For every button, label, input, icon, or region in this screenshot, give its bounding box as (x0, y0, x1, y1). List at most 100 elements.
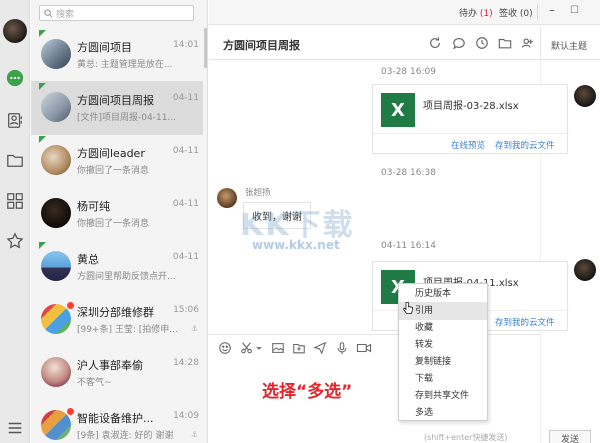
divider (537, 4, 538, 20)
annotation-text: 选择“多选” (262, 382, 353, 402)
conversation-list: 搜索 + 方圆间项目黄总: 主题管理是放在...14:01方圆间项目周报[文件]… (31, 0, 208, 443)
file-icon[interactable] (292, 341, 306, 355)
emoji-icon[interactable] (218, 341, 232, 355)
conversation-time: 04-11 (172, 146, 199, 156)
save-to-cloud-link[interactable]: 存到我的云文件 (495, 139, 555, 151)
conversation-avatar (41, 39, 71, 69)
conversation-item[interactable]: 杨可纯 你撤回了一条消息 04-11 (31, 187, 203, 241)
send-button[interactable]: 发送 (549, 430, 591, 443)
send-file-icon[interactable] (313, 341, 327, 355)
pending-label: 待办 (459, 9, 478, 19)
folder-icon[interactable] (5, 150, 25, 170)
conversation-item[interactable]: 智能设备维护... [9条] 袁淑连: 好的 谢谢 14:09 ⚓ (31, 399, 203, 443)
context-menu-item[interactable]: 存到共享文件 (399, 387, 487, 405)
timestamp: 03-28 16:38 (381, 168, 436, 178)
chat-header: 方圆间项目周报 (209, 26, 540, 60)
conversation-item[interactable]: 方圆间项目黄总: 主题管理是放在... 14:01 (31, 28, 203, 82)
conversation-preview: [9条] 袁淑连: 好的 谢谢 (77, 431, 174, 441)
conversation-item[interactable]: 深圳分部维修群 [99+条] 王莹: [拍修申... 15:06 ⚓ (31, 293, 203, 347)
message-input[interactable] (209, 360, 540, 443)
theme-label: 默认主题 (551, 42, 588, 52)
microphone-icon[interactable] (335, 341, 349, 355)
conversation-name: 智能设备维护... (77, 412, 154, 425)
conversation-preview: [文件]项目周报-04-11... (77, 113, 177, 123)
conversation-avatar (41, 251, 71, 281)
chevron-down-icon[interactable] (255, 341, 263, 355)
sender-avatar[interactable] (217, 188, 237, 208)
conversation-avatar (41, 92, 71, 122)
context-menu-item[interactable]: 下载 (399, 370, 487, 388)
signin-count: (0) (519, 9, 533, 19)
menu-icon[interactable] (5, 418, 25, 438)
conversation-item[interactable]: 沪人事部奉偷 不客气~ 14:28 (31, 346, 203, 400)
folder-icon[interactable] (498, 36, 512, 50)
message-area[interactable]: 03-28 16:09 X 项目周报-03-28.xlsx 在线预览 存到我的云… (209, 61, 569, 334)
comment-icon[interactable] (452, 36, 466, 50)
pin-flag-icon (39, 242, 46, 249)
search-input[interactable]: 搜索 (39, 5, 194, 21)
save-to-cloud-link[interactable]: 存到我的云文件 (495, 316, 555, 328)
file-message-card[interactable]: X 项目周报-03-28.xlsx 在线预览 存到我的云文件 (372, 84, 569, 154)
group-members-icon[interactable] (521, 36, 535, 50)
star-icon[interactable] (5, 231, 25, 251)
conversation-preview: 你撤回了一条消息 (77, 219, 150, 229)
conversation-time: 14:09 (173, 411, 199, 421)
maximize-icon[interactable]: ☐ (570, 6, 579, 16)
pending-tasks[interactable]: 待办 (1) (459, 6, 493, 19)
mute-icon: ⚓ (190, 430, 198, 439)
conversation-avatar (41, 304, 71, 334)
conversation-time: 14:01 (173, 40, 199, 50)
context-menu-item[interactable]: 复制链接 (399, 353, 487, 371)
pin-flag-icon (39, 136, 46, 143)
send-hint: (shift+enter快捷发送) (424, 433, 508, 442)
context-menu-item[interactable]: 收藏 (399, 319, 487, 337)
sign-in-tasks[interactable]: 签收 (0) (499, 6, 533, 19)
conversation-name: 方圆间leader (77, 147, 145, 160)
left-rail (0, 0, 30, 443)
my-avatar[interactable] (574, 259, 596, 281)
top-bar: 待办 (1) 签收 (0) – ☐ (209, 0, 600, 25)
file-name: 项目周报-03-28.xlsx (423, 101, 519, 112)
online-preview-link[interactable]: 在线预览 (451, 139, 485, 151)
scissors-icon[interactable] (240, 341, 254, 355)
context-menu-item[interactable]: 多选 (399, 404, 487, 422)
conversation-preview: 方圆间里帮助反馈点开... (77, 272, 176, 282)
conversation-preview: [99+条] 王莹: [拍修申... (77, 325, 178, 335)
conversation-preview: 黄总: 主题管理是放在... (77, 60, 173, 70)
excel-icon: X (381, 93, 415, 127)
theme-selector[interactable]: 默认主题 (540, 26, 600, 60)
clock-icon[interactable] (475, 36, 489, 50)
apps-icon[interactable] (5, 191, 25, 211)
timestamp: 03-28 16:09 (381, 67, 436, 77)
watermark-url: www.kkx.net (252, 238, 340, 252)
timestamp: 04-11 16:14 (381, 241, 436, 251)
conversation-item[interactable]: 方圆间项目周报 [文件]项目周报-04-11... 04-11 (31, 81, 203, 135)
sender-name: 张超扬 (245, 188, 271, 198)
image-icon[interactable] (271, 341, 285, 355)
conversation-time: 04-11 (172, 252, 199, 262)
pin-flag-icon (39, 83, 46, 90)
search-placeholder: 搜索 (56, 9, 75, 20)
conversation-time: 04-11 (172, 93, 199, 103)
conversation-name: 深圳分部维修群 (77, 306, 154, 319)
list-scrollbar[interactable] (204, 28, 207, 68)
context-menu-item[interactable]: 转发 (399, 336, 487, 354)
conversation-name: 方圆间项目 (77, 41, 132, 54)
minimize-icon[interactable]: – (549, 4, 555, 16)
conversation-item[interactable]: 方圆间leader 你撤回了一条消息 04-11 (31, 134, 203, 188)
conversation-avatar (41, 410, 71, 440)
file-actions: 在线预览 存到我的云文件 (373, 133, 569, 154)
user-avatar[interactable] (3, 19, 27, 43)
video-call-icon[interactable] (356, 341, 372, 355)
conversation-time: 14:28 (173, 358, 199, 368)
pin-flag-icon (39, 30, 46, 37)
conversation-avatar (41, 198, 71, 228)
pending-count: (1) (479, 9, 493, 19)
refresh-icon[interactable] (428, 36, 442, 50)
conversation-name: 杨可纯 (77, 200, 110, 213)
chat-icon[interactable] (5, 68, 25, 88)
conversation-item[interactable]: 黄总 方圆间里帮助反馈点开... 04-11 (31, 240, 203, 294)
contacts-icon[interactable] (5, 110, 25, 130)
conversation-name: 沪人事部奉偷 (77, 359, 143, 372)
my-avatar[interactable] (574, 85, 596, 107)
